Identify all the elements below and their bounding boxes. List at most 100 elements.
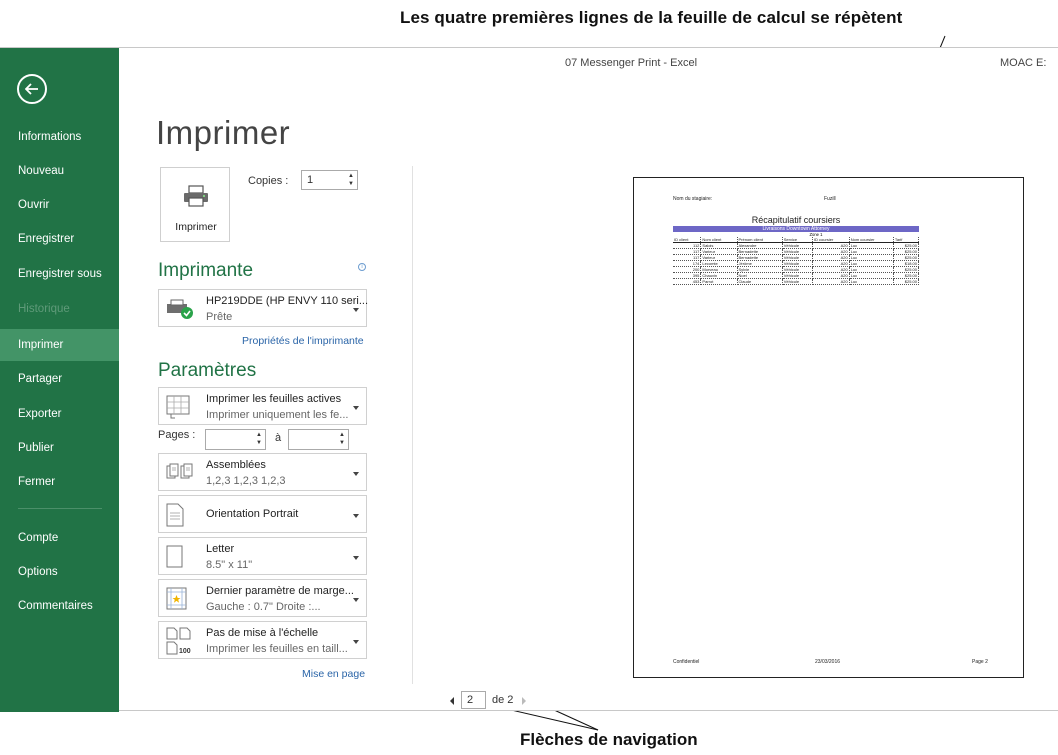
sidebar-item-commentaires[interactable]: Commentaires <box>0 590 119 622</box>
spin-up-icon[interactable]: ▲ <box>255 432 263 439</box>
window-title: 07 Messenger Print - Excel <box>565 57 698 69</box>
screenshot-root: Les quatre premières lignes de la feuill… <box>0 0 1058 755</box>
scaling-dropdown[interactable]: 100 Pas de mise à l'échelle Imprimer les… <box>158 621 367 659</box>
paper-size-icon <box>166 545 183 568</box>
sidebar-item-options[interactable]: Options <box>0 556 119 588</box>
settings-section-title: Paramètres <box>158 360 257 381</box>
preview-table-body: 112 Salois Alexandre Véhicule A20 Luc $25.00 11… <box>673 242 920 285</box>
sidebar-divider <box>18 508 102 509</box>
paper-size-title: Letter <box>206 543 235 555</box>
chevron-down-icon <box>353 472 359 476</box>
orientation-dropdown[interactable]: Orientation Portrait <box>158 495 367 533</box>
previous-page-arrow[interactable] <box>450 697 454 705</box>
collation-dropdown[interactable]: Assemblées 1,2,3 1,2,3 1,2,3 <box>158 453 367 491</box>
preview-table-cell: Luc <box>849 278 894 285</box>
printer-name: HP219DDE (HP ENVY 110 seri... <box>206 295 369 307</box>
collated-pages-icon <box>166 463 193 479</box>
collation-subtitle: 1,2,3 1,2,3 1,2,3 <box>206 475 286 487</box>
panel-divider <box>412 166 413 684</box>
printer-ready-icon <box>167 299 193 319</box>
chevron-down-icon <box>353 556 359 560</box>
chevron-down-icon <box>353 640 359 644</box>
sidebar-item-historique: Historique <box>18 303 70 315</box>
printer-dropdown[interactable]: HP219DDE (HP ENVY 110 seri... Prête <box>158 289 369 327</box>
sheet-grid-icon <box>166 395 190 419</box>
scaling-icon: 100 <box>166 627 191 655</box>
sidebar-item-exporter[interactable]: Exporter <box>0 398 119 430</box>
spin-down-icon[interactable]: ▼ <box>338 440 346 447</box>
pages-from-input[interactable]: ▲ ▼ <box>205 429 266 450</box>
scaling-icon-text: 100 <box>179 648 191 655</box>
spin-down-icon[interactable]: ▼ <box>347 181 355 188</box>
preview-footer-left: Confidentiel <box>673 659 700 665</box>
preview-table-cell: Claude <box>737 278 783 285</box>
preview-sheet: Récapitulatif coursiers Livraisons Downt… <box>673 214 920 285</box>
pages-to-input[interactable]: ▲ ▼ <box>288 429 349 450</box>
page-count-label: de 2 <box>492 694 514 706</box>
preview-table-cell: A20 <box>812 278 850 285</box>
chevron-down-icon <box>353 514 359 518</box>
sidebar-item-publier[interactable]: Publier <box>0 432 119 464</box>
sidebar-item-partager[interactable]: Partager <box>0 363 119 395</box>
page-setup-link[interactable]: Mise en page <box>302 668 365 680</box>
spin-down-icon[interactable]: ▼ <box>255 440 263 447</box>
info-icon[interactable]: i <box>358 263 366 271</box>
backstage-sidebar: Informations Nouveau Ouvrir Enregistrer … <box>0 48 119 712</box>
printer-status: Prête <box>206 311 233 323</box>
paper-size-dropdown[interactable]: Letter 8.5" x 11" <box>158 537 367 575</box>
chevron-down-icon <box>353 406 359 410</box>
sidebar-item-ouvrir[interactable]: Ouvrir <box>0 189 119 221</box>
preview-table-cell: $25.00 <box>893 278 920 285</box>
print-preview-page: Nom du stagiaire: Fuzill Récapitulatif c… <box>633 177 1024 678</box>
margins-icon <box>166 587 187 610</box>
margins-title: Dernier paramètre de marge... <box>206 585 354 597</box>
printer-properties-link[interactable]: Propriétés de l'imprimante <box>242 335 364 347</box>
sidebar-item-fermer[interactable]: Fermer <box>0 466 119 498</box>
print-what-dropdown[interactable]: Imprimer les feuilles actives Imprimer u… <box>158 387 367 425</box>
print-button[interactable]: Imprimer <box>160 167 230 242</box>
copies-stepper[interactable]: 1 ▲ ▼ <box>301 170 358 190</box>
excel-window: Informations Nouveau Ouvrir Enregistrer … <box>0 47 1058 712</box>
sidebar-item-informations[interactable]: Informations <box>0 121 119 153</box>
sidebar-item-enregistrer[interactable]: Enregistrer <box>0 223 119 255</box>
orientation-title: Orientation Portrait <box>206 508 299 520</box>
copies-label: Copies : <box>248 175 289 187</box>
preview-header-right: Fuzill <box>824 196 836 202</box>
portrait-page-icon <box>166 503 184 527</box>
print-what-subtitle: Imprimer uniquement les fe... <box>206 409 349 421</box>
paper-size-subtitle: 8.5" x 11" <box>206 559 253 571</box>
sidebar-item-compte[interactable]: Compte <box>0 522 119 554</box>
page-number-value: 2 <box>467 694 474 706</box>
chevron-down-icon <box>353 308 359 312</box>
preview-footer-right: Page 2 <box>972 659 988 665</box>
sidebar-item-nouveau[interactable]: Nouveau <box>0 155 119 187</box>
preview-table-row: 453 Parrot Claude Véhicule A20 Luc $25.00 <box>673 278 920 285</box>
print-what-title: Imprimer les feuilles actives <box>206 393 342 405</box>
page-title: Imprimer <box>156 114 291 151</box>
next-page-arrow[interactable] <box>522 697 526 705</box>
preview-table: ID client Nom client Prénom client Servi… <box>673 237 920 285</box>
margins-dropdown[interactable]: Dernier paramètre de marge... Gauche : 0… <box>158 579 367 617</box>
spin-up-icon[interactable]: ▲ <box>347 173 355 180</box>
sidebar-item-imprimer[interactable]: Imprimer <box>0 329 119 361</box>
printer-section-title: Imprimante <box>158 260 254 281</box>
preview-header-left: Nom du stagiaire: <box>673 196 713 202</box>
scaling-subtitle: Imprimer les feuilles en taill... <box>206 643 348 655</box>
margins-subtitle: Gauche : 0.7" Droite :... <box>206 601 321 613</box>
sidebar-item-enregistrer-sous[interactable]: Enregistrer sous <box>0 258 119 290</box>
callout-navigation-arrows: Flèches de navigation <box>520 730 698 749</box>
spin-up-icon[interactable]: ▲ <box>338 432 346 439</box>
preview-footer-center: 23/03/2016 <box>815 659 841 665</box>
arrow-left-circle-icon <box>25 83 38 95</box>
callout-repeat-rows: Les quatre premières lignes de la feuill… <box>400 8 903 27</box>
preview-table-cell: Véhicule <box>782 278 813 285</box>
print-button-label: Imprimer <box>175 221 217 233</box>
collation-title: Assemblées <box>206 459 266 471</box>
preview-table-cell: 453 <box>673 278 702 285</box>
pages-to-label: à <box>275 432 282 444</box>
account-name[interactable]: MOAC E: <box>1000 57 1046 69</box>
page-number-input[interactable]: 2 <box>461 691 486 709</box>
copies-value: 1 <box>307 174 314 186</box>
back-button[interactable] <box>17 74 47 104</box>
preview-sheet-title: Récapitulatif coursiers <box>751 215 841 225</box>
